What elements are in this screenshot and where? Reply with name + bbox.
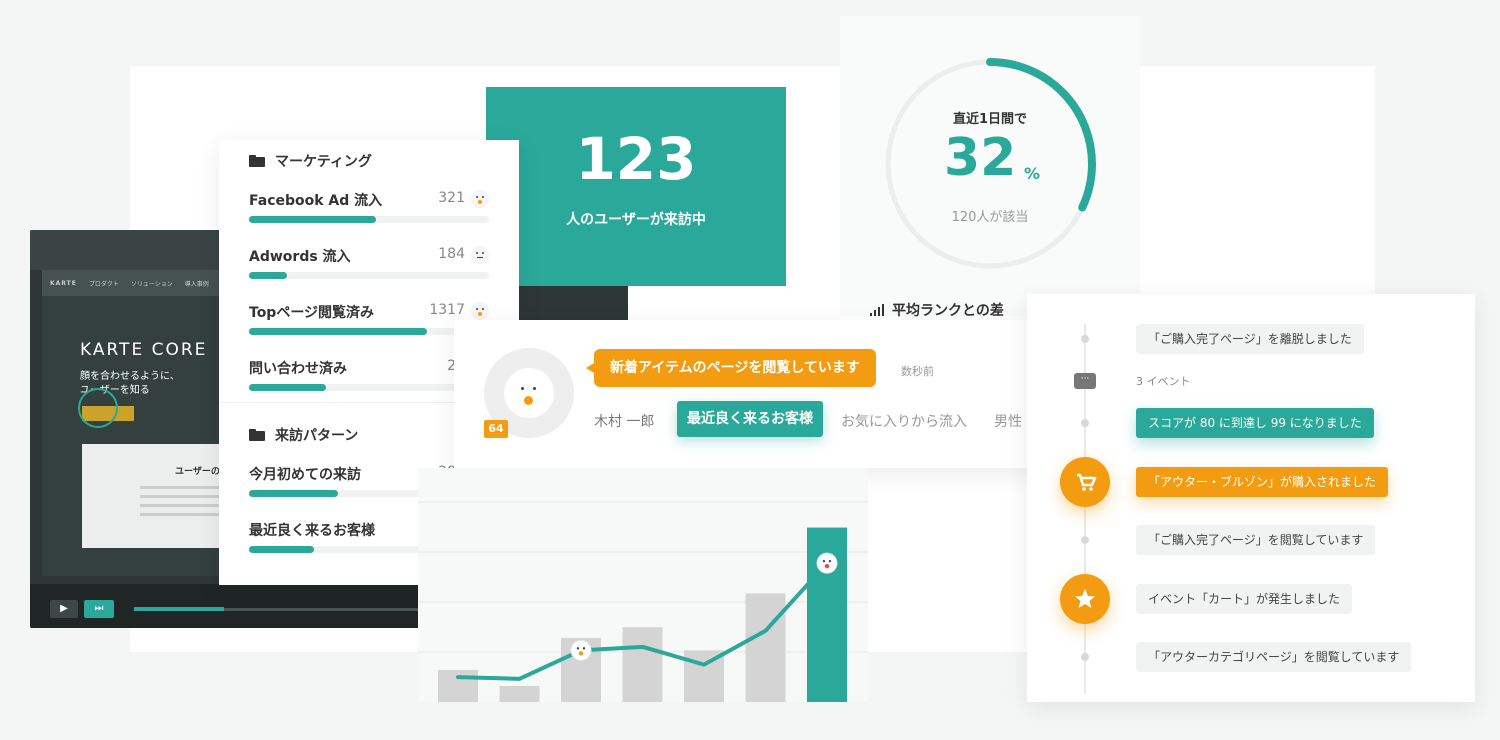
percentage-card: 直近1日間で 32 % 120人が該当	[840, 16, 1140, 316]
timeline-dot	[1081, 536, 1089, 544]
segment-name: Adwords 流入	[249, 249, 351, 265]
events-count-label: 3 イベント	[1136, 375, 1191, 388]
avatar-beak	[524, 396, 533, 405]
segment-bar-fill	[249, 384, 326, 391]
segment-count: 184	[438, 246, 465, 262]
segment-row[interactable]: Topページ閲覧済み 1317	[249, 302, 489, 342]
visits-chart	[418, 468, 868, 702]
timeline-event[interactable]: 「ご購入完了ページ」を閲覧しています	[1136, 525, 1376, 555]
segment-count: 1317	[429, 302, 465, 318]
event-timeline-card: ··· 3 イベント 「ご購入完了ページ」を離脱しました スコアが 80 に到達し…	[1027, 294, 1475, 702]
percentage-unit: %	[1024, 164, 1041, 183]
segment-row[interactable]: Facebook Ad 流入 321	[249, 190, 489, 230]
user-profile-card[interactable]: 64 新着アイテムのページを閲覧しています 数秒前 木村 一郎 最近良く来るお客…	[454, 320, 1054, 468]
video-content-title: ユーザーの	[175, 467, 220, 477]
active-users-card: 123 人のユーザーが来訪中	[486, 87, 786, 286]
star-icon	[1060, 574, 1110, 624]
active-users-count: 123	[575, 125, 697, 193]
percentage-count: 120人が該当	[951, 210, 1029, 225]
play-icon[interactable]: ▶	[50, 600, 78, 618]
site-nav-item: プロダクト	[88, 280, 119, 288]
happy-face-icon	[471, 302, 489, 320]
timeline-event[interactable]: 「ご購入完了ページ」を離脱しました	[1136, 324, 1364, 354]
segment-name: Facebook Ad 流入	[249, 193, 383, 209]
user-score-badge: 64	[484, 420, 508, 438]
video-headline: KARTE CORE	[80, 340, 208, 360]
timeline-event[interactable]: スコアが 80 に到達し 99 になりました	[1136, 408, 1374, 438]
active-users-label: 人のユーザーが来訪中	[566, 212, 706, 228]
timeline-event[interactable]: イベント「カート」が発生しました	[1136, 584, 1353, 614]
marketing-heading-label: マーケティング	[275, 154, 372, 170]
cart-icon	[1060, 457, 1110, 507]
segment-row[interactable]: 問い合わせ済み26	[249, 358, 489, 398]
chart-bar	[622, 627, 663, 702]
avatar-eyes	[521, 387, 524, 390]
skip-forward-icon[interactable]: ⏭	[84, 600, 114, 618]
segment-name: Topページ閲覧済み	[249, 305, 375, 321]
sad-face-icon	[471, 246, 489, 264]
activity-bubble: 新着アイテムのページを閲覧しています	[586, 349, 876, 387]
segment-bar-fill	[249, 490, 338, 497]
percentage-period-label: 直近1日間で	[952, 112, 1028, 127]
segment-name: 今月初めての来訪	[249, 467, 361, 483]
chart-bar	[499, 685, 540, 702]
happy-face-icon	[471, 190, 489, 208]
cursor-highlight	[78, 388, 118, 428]
activity-timestamp: 数秒前	[901, 365, 934, 378]
timeline-dot	[1081, 335, 1089, 343]
user-tag-active[interactable]: 最近良く来るお客様	[677, 401, 823, 437]
segment-name: 問い合わせ済み	[249, 361, 347, 377]
chart-bar	[745, 593, 786, 702]
timeline-dot	[1081, 419, 1089, 427]
segment-bar-fill	[249, 546, 314, 553]
segment-name: 最近良く来るお客様	[249, 523, 375, 539]
user-tag[interactable]: お気に入りから流入	[841, 411, 967, 431]
site-nav-item: ソリューション	[130, 280, 173, 288]
video-progress-fill	[134, 607, 224, 611]
timeline-dot	[1081, 653, 1089, 661]
segment-row[interactable]: Adwords 流入 184	[249, 246, 489, 286]
rank-diff-label: 平均ランクとの差	[892, 303, 1004, 319]
timeline-event[interactable]: 「アウター・ブルゾン」が購入されました	[1136, 467, 1389, 497]
segment-bar-fill	[249, 328, 427, 335]
user-name: 木村 一郎	[594, 414, 655, 430]
site-logo: KARTE	[50, 279, 77, 287]
avatar-face	[504, 368, 554, 418]
marketing-heading: マーケティング	[249, 151, 372, 171]
chart-face-marker	[570, 639, 592, 661]
segment-bar-fill	[249, 272, 287, 279]
visits-chart-svg	[418, 501, 868, 702]
timeline-event[interactable]: 「アウターカテゴリページ」を閲覧しています	[1136, 642, 1412, 672]
folder-icon	[249, 429, 265, 441]
segment-count: 321	[438, 190, 465, 206]
segment-bar-fill	[249, 216, 376, 223]
user-tag[interactable]: 男性	[994, 411, 1022, 431]
chart-face-marker	[816, 552, 838, 574]
site-nav-item: 導入事例	[184, 280, 209, 288]
rank-diff-heading: 平均ランクとの差	[870, 300, 1004, 320]
video-subtitle-line: 顔を合わせるように、	[80, 371, 180, 382]
folder-icon	[249, 155, 265, 167]
signal-bars-icon	[870, 304, 884, 316]
more-events-icon[interactable]: ···	[1074, 373, 1096, 389]
chart-bar	[438, 669, 478, 702]
visit-pattern-heading-label: 来訪パターン	[275, 428, 359, 444]
percentage-value: 32	[944, 128, 1017, 188]
visit-pattern-heading: 来訪パターン	[249, 425, 358, 445]
